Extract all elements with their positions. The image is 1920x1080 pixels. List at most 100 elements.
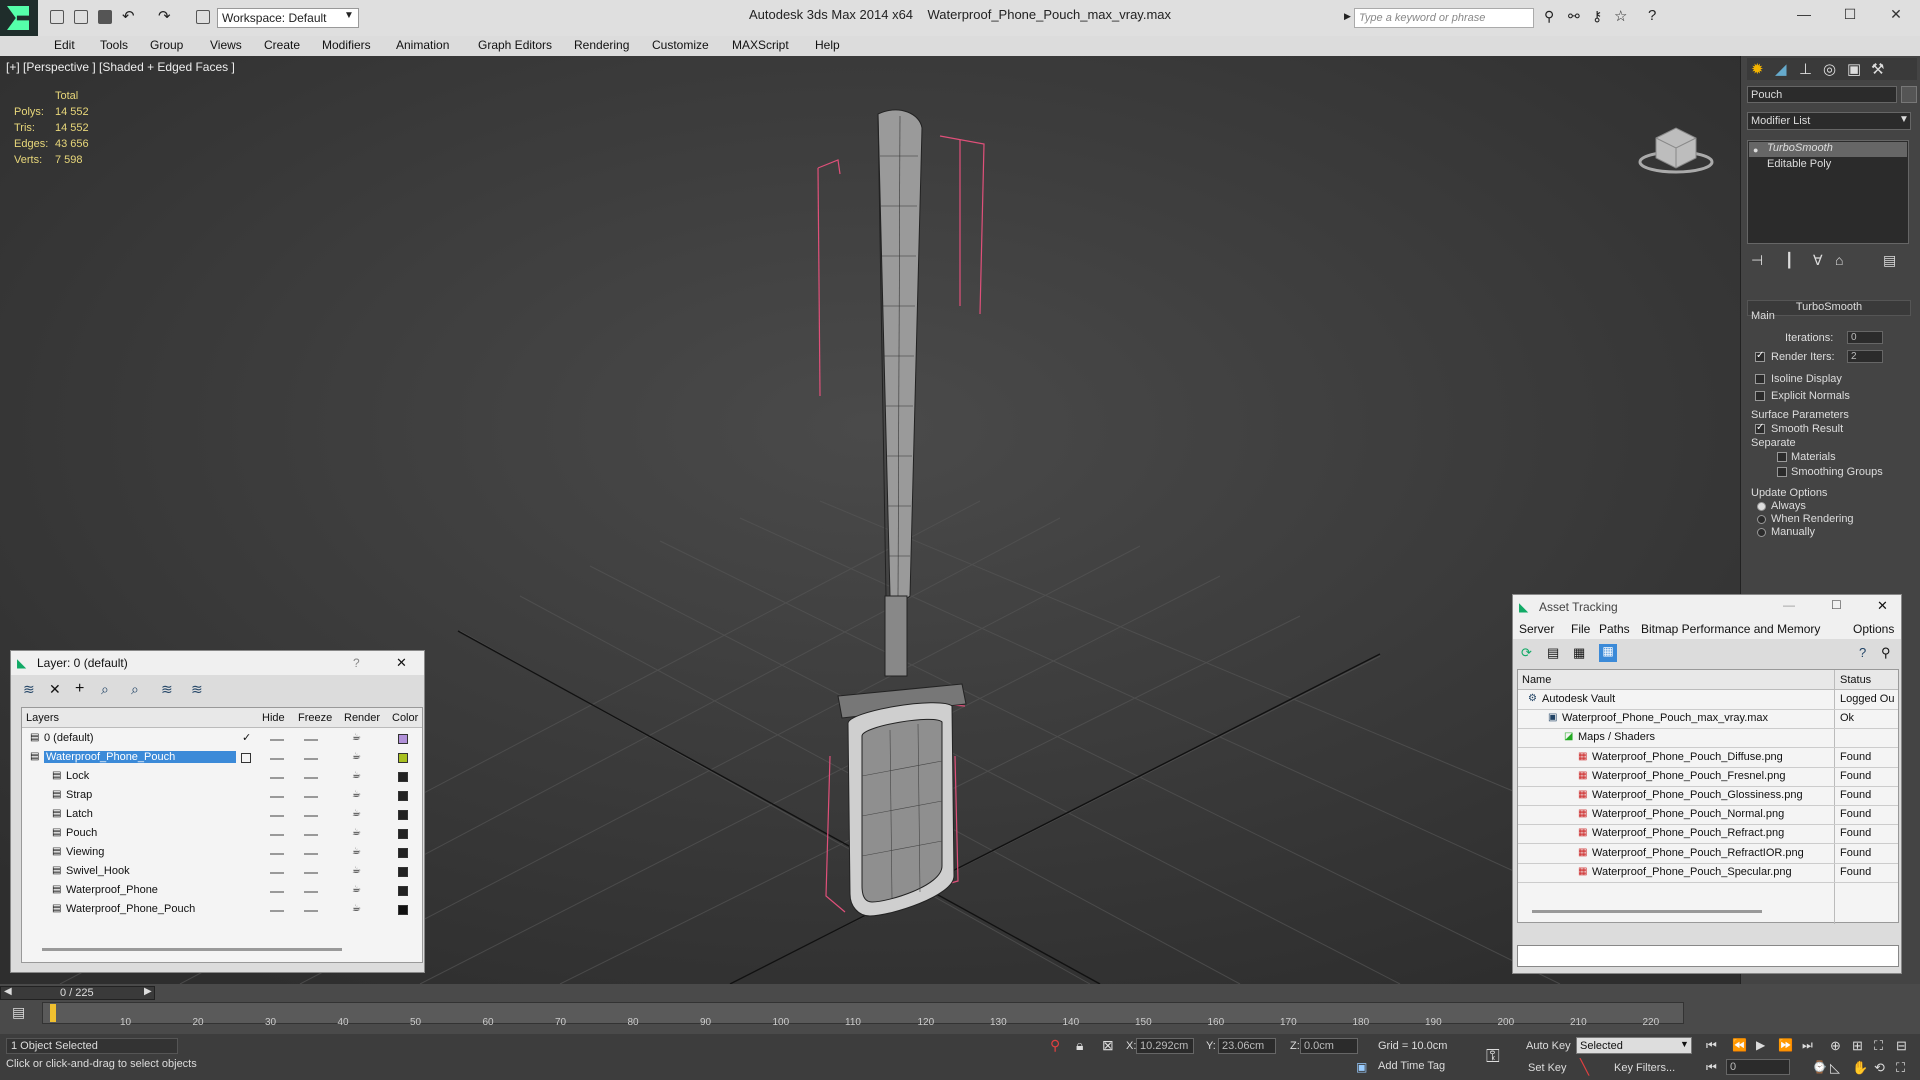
hide-toggle[interactable]: [270, 853, 284, 855]
project-folder-icon[interactable]: [196, 10, 210, 24]
freeze-toggle[interactable]: [304, 758, 318, 760]
smooth-result-checkbox[interactable]: [1755, 422, 1765, 434]
column-color[interactable]: Color: [392, 712, 418, 724]
go-to-start-icon[interactable]: ⏮: [1706, 1038, 1717, 1053]
render-teapot-icon[interactable]: ☕︎: [352, 846, 361, 857]
minimize-button[interactable]: —: [1783, 598, 1795, 612]
asset-row[interactable]: ▦ Waterproof_Phone_Pouch_RefractIOR.png Fo…: [1518, 845, 1898, 864]
hide-toggle[interactable]: [270, 891, 284, 893]
layer-name[interactable]: 0 (default): [44, 732, 94, 744]
object-name-field[interactable]: Pouch: [1747, 86, 1897, 103]
layer-name[interactable]: Latch: [66, 808, 93, 820]
show-end-result-icon[interactable]: ┃: [1785, 252, 1793, 269]
go-to-end-icon[interactable]: ⏭: [1802, 1038, 1813, 1053]
zoom-extents-icon[interactable]: ⛶: [1874, 1038, 1883, 1054]
stack-item-turbosmooth[interactable]: TurboSmooth: [1749, 142, 1907, 157]
binoculars-icon[interactable]: ⚲: [1544, 8, 1554, 25]
mini-curve-editor-icon[interactable]: ▤: [12, 1004, 25, 1021]
layer-color-swatch[interactable]: [398, 829, 408, 839]
key-icon[interactable]: ⚷: [1592, 8, 1602, 25]
render-teapot-icon[interactable]: ☕︎: [352, 751, 361, 762]
refresh-icon[interactable]: ⟳: [1521, 645, 1532, 661]
display-tab-icon[interactable]: ▣: [1847, 60, 1861, 78]
previous-frame-icon[interactable]: ◀: [4, 986, 12, 997]
time-configuration-icon[interactable]: ⌚: [1812, 1060, 1827, 1074]
undo-icon[interactable]: ↶: [122, 7, 135, 25]
key-filter-selection-dropdown[interactable]: Selected: [1576, 1037, 1692, 1054]
save-icon[interactable]: [98, 10, 112, 24]
minimize-button[interactable]: —: [1792, 6, 1816, 26]
smoothing-groups-checkbox[interactable]: [1777, 467, 1787, 477]
modify-tab-icon[interactable]: ◢: [1775, 60, 1787, 78]
y-coordinate-field[interactable]: 23.06cm: [1218, 1038, 1276, 1054]
menu-graph-editors[interactable]: Graph Editors: [478, 38, 552, 52]
set-key-mode-icon[interactable]: ⚿: [1486, 1046, 1500, 1067]
asset-row[interactable]: ▣ Waterproof_Phone_Pouch_max_vray.max Ok: [1518, 710, 1898, 730]
play-icon[interactable]: ▶: [1756, 1038, 1765, 1052]
asset-row[interactable]: ▦ Waterproof_Phone_Pouch_Fresnel.png Found: [1518, 768, 1898, 787]
chevron-down-icon[interactable]: ▼: [344, 10, 354, 21]
asset-row[interactable]: ◪ Maps / Shaders: [1518, 729, 1898, 749]
layer-color-swatch[interactable]: [398, 734, 408, 744]
isoline-display-checkbox[interactable]: [1755, 374, 1765, 384]
freeze-toggle[interactable]: [304, 739, 318, 741]
freeze-toggle[interactable]: [304, 853, 318, 855]
column-hide[interactable]: Hide: [262, 712, 285, 724]
explicit-normals-checkbox[interactable]: [1755, 391, 1765, 401]
pan-view-icon[interactable]: ✋: [1852, 1060, 1868, 1076]
layer-scrollbar[interactable]: [42, 948, 342, 951]
motion-tab-icon[interactable]: ◎: [1823, 60, 1836, 78]
help-button[interactable]: ?: [353, 656, 360, 670]
render-teapot-icon[interactable]: ☕︎: [352, 770, 361, 781]
layer-row[interactable]: ▤ Waterproof_Phone_Pouch ☕︎: [22, 901, 422, 920]
when-rendering-radio[interactable]: [1757, 515, 1766, 524]
set-current-layer-box[interactable]: [241, 753, 251, 763]
key-mode-toggle-icon[interactable]: ⏮: [1706, 1060, 1717, 1075]
selection-lock-icon[interactable]: 🔒︎: [1076, 1037, 1083, 1054]
zoom-icon[interactable]: ⊕: [1830, 1038, 1841, 1054]
asset-row[interactable]: ⚙ Autodesk Vault Logged Ou: [1518, 691, 1898, 710]
layer-color-swatch[interactable]: [398, 886, 408, 896]
chevron-down-icon[interactable]: ▼: [1680, 1039, 1689, 1049]
menu-modifiers[interactable]: Modifiers: [322, 38, 371, 52]
freeze-toggle[interactable]: [304, 910, 318, 912]
asset-row[interactable]: ▦ Waterproof_Phone_Pouch_Refract.png Found: [1518, 825, 1898, 845]
menu-edit[interactable]: Edit: [54, 38, 75, 52]
next-frame-icon[interactable]: ▶: [144, 986, 152, 997]
next-key-icon[interactable]: ⏩: [1778, 1038, 1793, 1052]
curve-editor-toggle[interactable]: ▤: [0, 1002, 40, 1024]
render-teapot-icon[interactable]: ☕︎: [352, 865, 361, 876]
asset-row[interactable]: ▦ Waterproof_Phone_Pouch_Normal.png Found: [1518, 806, 1898, 826]
new-file-icon[interactable]: [50, 10, 64, 24]
menu-views[interactable]: Views: [210, 38, 242, 52]
maximize-viewport-icon[interactable]: ⛶: [1896, 1060, 1905, 1076]
maximize-button[interactable]: ☐: [1838, 6, 1862, 26]
render-teapot-icon[interactable]: ☕︎: [352, 789, 361, 800]
layer-name[interactable]: Lock: [66, 770, 89, 782]
hierarchy-tab-icon[interactable]: ⊥: [1799, 60, 1812, 78]
hide-toggle[interactable]: [270, 872, 284, 874]
set-key-button[interactable]: Set Key: [1528, 1062, 1567, 1074]
previous-key-icon[interactable]: ⏪: [1732, 1038, 1747, 1052]
iterations-spinner[interactable]: 0: [1847, 331, 1883, 344]
zoom-extents-all-icon[interactable]: ⊟: [1896, 1038, 1907, 1054]
layer-name[interactable]: Pouch: [66, 827, 97, 839]
close-icon[interactable]: ✕: [396, 655, 407, 671]
hide-all-layers-icon[interactable]: ≋: [191, 681, 203, 698]
menu-customize[interactable]: Customize: [652, 38, 709, 52]
favorites-icon[interactable]: ☆: [1614, 7, 1627, 25]
search-expand-icon[interactable]: ▶: [1344, 11, 1351, 22]
add-time-tag[interactable]: Add Time Tag: [1378, 1060, 1445, 1072]
light-bulb-icon[interactable]: ●: [1753, 145, 1758, 155]
render-iters-spinner[interactable]: 2: [1847, 350, 1883, 363]
pin-icon[interactable]: ⚲: [1881, 645, 1891, 661]
highlight-selected-icon[interactable]: ≋: [161, 681, 173, 698]
menu-help[interactable]: Help: [815, 38, 840, 52]
freeze-toggle[interactable]: [304, 796, 318, 798]
layer-name[interactable]: Waterproof_Phone_Pouch: [44, 751, 236, 763]
asset-row[interactable]: ▦ Waterproof_Phone_Pouch_Diffuse.png Found: [1518, 749, 1898, 768]
layer-name[interactable]: Strap: [66, 789, 92, 801]
thumbnail-view-icon[interactable]: ▦: [1573, 645, 1585, 661]
isolate-selection-icon[interactable]: ⚲: [1050, 1037, 1060, 1054]
render-teapot-icon[interactable]: ☕︎: [352, 732, 361, 743]
